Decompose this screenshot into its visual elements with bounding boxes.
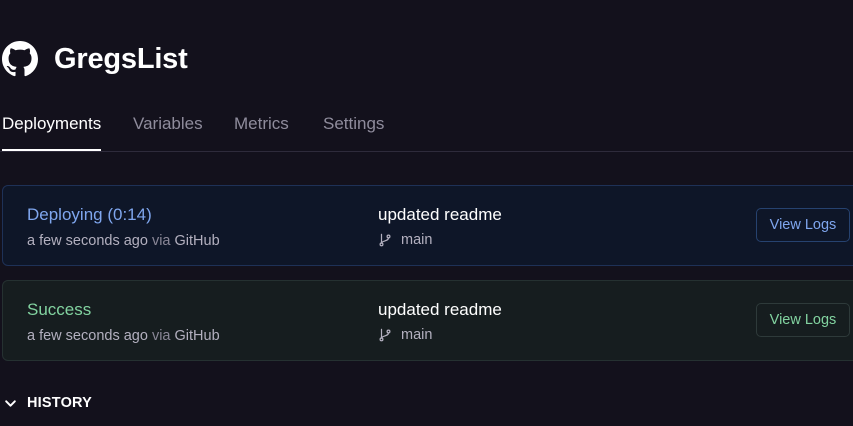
branch-info: main (378, 232, 432, 248)
commit-message: updated readme (378, 300, 502, 319)
tab-bar: Deployments Variables Metrics Settings (0, 114, 853, 152)
via-label: via (151, 233, 171, 249)
deployment-status: Success (27, 300, 92, 319)
deployment-source: GitHub (174, 233, 220, 249)
tab-variables[interactable]: Variables (133, 114, 203, 150)
deployment-meta: a few seconds ago via GitHub (27, 233, 220, 249)
project-header: GregsList (2, 41, 188, 77)
branch-name: main (401, 232, 433, 248)
github-icon (2, 41, 38, 77)
project-title: GregsList (54, 42, 188, 75)
branch-name: main (401, 327, 433, 343)
branch-info: main (378, 327, 432, 343)
deployment-meta: a few seconds ago via GitHub (27, 328, 220, 344)
deployment-card[interactable]: Deploying (0:14) a few seconds ago via G… (2, 185, 853, 266)
view-logs-button[interactable]: View Logs (756, 303, 850, 337)
git-branch-icon (379, 328, 391, 342)
deployment-status: Deploying (0:14) (27, 205, 152, 224)
deployment-source: GitHub (174, 328, 220, 344)
chevron-down-icon (5, 399, 16, 407)
view-logs-button[interactable]: View Logs (756, 208, 850, 242)
deployment-time: a few seconds ago (27, 328, 148, 344)
tab-metrics[interactable]: Metrics (234, 114, 289, 150)
history-toggle[interactable]: HISTORY (4, 395, 92, 411)
deployment-card[interactable]: Success a few seconds ago via GitHub upd… (2, 280, 853, 361)
project-page: GregsList Deployments Variables Metrics … (0, 0, 853, 426)
git-branch-icon (379, 233, 391, 247)
commit-message: updated readme (378, 205, 502, 224)
history-label: HISTORY (27, 395, 93, 411)
deployment-time: a few seconds ago (27, 233, 148, 249)
tab-settings[interactable]: Settings (323, 114, 384, 150)
tab-deployments[interactable]: Deployments (2, 114, 102, 151)
via-label: via (151, 328, 171, 344)
